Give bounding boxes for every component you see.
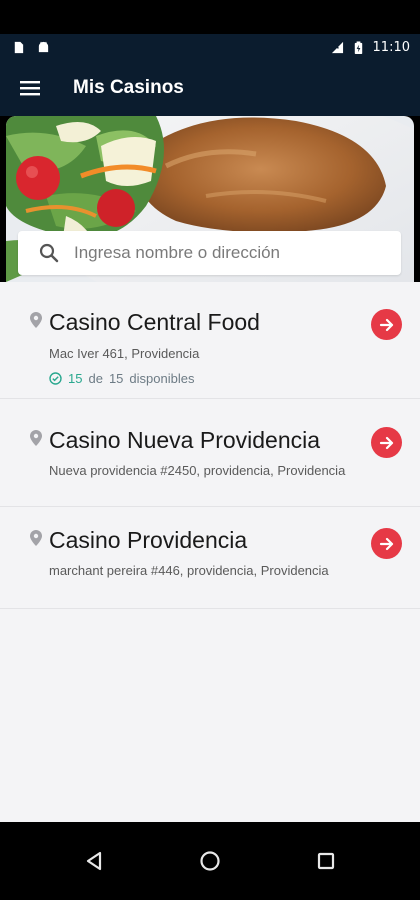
search-input[interactable] (74, 243, 374, 263)
casino-name: Casino Nueva Providencia (49, 427, 321, 453)
casino-address: Nueva providencia #2450, providencia, Pr… (49, 463, 346, 478)
battery-charging-icon (354, 40, 362, 54)
top-bezel (0, 0, 420, 34)
location-pin-icon (30, 312, 42, 328)
check-circle-icon (49, 372, 62, 385)
available-of-label: de (88, 371, 103, 386)
availability: 15 de 15 disponibles (49, 371, 194, 386)
available-label: disponibles (129, 371, 195, 386)
android-icon (38, 41, 49, 52)
status-time: 11:10 (372, 39, 410, 55)
list-item[interactable]: Casino Central Food Mac Iver 461, Provid… (0, 282, 420, 399)
search-icon (39, 243, 59, 263)
casino-list: Casino Central Food Mac Iver 461, Provid… (0, 282, 420, 822)
recents-square-icon (317, 852, 335, 870)
location-pin-icon (30, 530, 42, 546)
search-bar[interactable] (18, 231, 401, 275)
nav-home-button[interactable] (196, 847, 224, 875)
casino-address: Mac Iver 461, Providencia (49, 346, 200, 361)
arrow-right-icon (379, 537, 393, 550)
location-pin-icon (30, 430, 42, 446)
home-circle-icon (200, 851, 220, 871)
list-item[interactable]: Casino Providencia marchant pereira #446… (0, 507, 420, 609)
casino-name: Casino Central Food (49, 309, 260, 335)
nav-recents-button[interactable] (312, 847, 340, 875)
available-count: 15 (68, 371, 83, 386)
menu-button[interactable] (0, 60, 60, 116)
arrow-right-icon (379, 436, 393, 449)
casino-address: marchant pereira #446, providencia, Prov… (49, 563, 329, 578)
hamburger-menu-icon (20, 81, 40, 96)
no-signal-icon (331, 41, 343, 53)
nav-back-button[interactable] (80, 847, 108, 875)
arrow-right-icon (379, 318, 393, 331)
available-total: 15 (108, 371, 124, 386)
status-bar: 11:10 (0, 34, 420, 60)
page-title: Mis Casinos (73, 77, 184, 98)
casino-name: Casino Providencia (49, 527, 248, 553)
go-to-casino-button[interactable] (371, 528, 402, 559)
go-to-casino-button[interactable] (371, 427, 402, 458)
list-item[interactable]: Casino Nueva Providencia Nueva providenc… (0, 399, 420, 507)
back-triangle-icon (86, 851, 102, 871)
go-to-casino-button[interactable] (371, 309, 402, 340)
app-bar: Mis Casinos (0, 60, 420, 116)
sim-card-icon (14, 41, 24, 53)
system-nav-bar (0, 822, 420, 900)
